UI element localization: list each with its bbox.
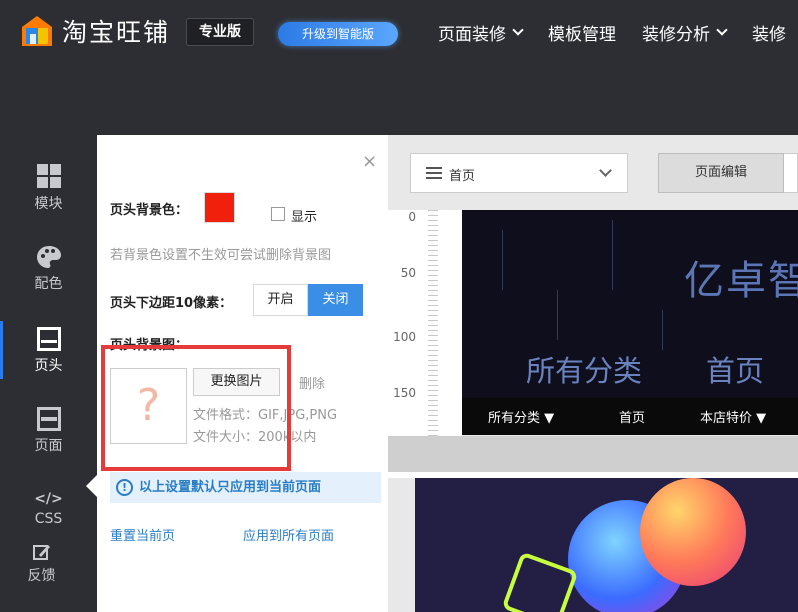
bg-color-label: 页头背景色： <box>110 203 189 218</box>
tab-next[interactable] <box>784 153 798 193</box>
nav-label: 装修分析 <box>642 24 710 45</box>
palette-icon <box>36 246 61 268</box>
bottom-margin-label: 页头下边距10像素： <box>110 296 233 311</box>
scope-notice: ! 以上设置默认只应用到当前页面 <box>110 472 381 503</box>
header-icon <box>36 327 61 351</box>
rain-streak <box>502 230 503 290</box>
rain-streak <box>662 310 663 350</box>
chevron-down-icon <box>716 23 728 36</box>
sidebar-item-label: 页面 <box>34 438 63 454</box>
shop-nav-item[interactable]: 本店特价 ▼ <box>700 407 766 426</box>
edit-icon <box>32 545 50 560</box>
left-sidebar: 模块 配色 页头 页面 </> CSS 反馈 <box>0 135 97 612</box>
top-nav: 页面装修 模板管理 装修分析 装修 <box>438 18 798 46</box>
panel-pointer <box>86 475 97 497</box>
grid-icon <box>36 164 61 188</box>
upgrade-button[interactable]: 升级到智能版 <box>278 22 398 46</box>
chevron-down-icon <box>599 164 612 177</box>
toggle-on-button[interactable]: 开启 <box>253 284 308 316</box>
vertical-ruler: 0 50 100 150 <box>388 210 462 436</box>
sidebar-item-label: 页头 <box>34 358 63 374</box>
sidebar-item-label: 模块 <box>34 196 63 212</box>
sidebar-item-label: 反馈 <box>27 568 56 584</box>
info-icon: ! <box>116 479 133 496</box>
nav-decoration-analysis[interactable]: 装修分析 <box>642 18 728 46</box>
show-label: 显示 <box>291 210 318 225</box>
highlight-frame <box>101 345 291 471</box>
rain-streak <box>612 220 613 290</box>
logo[interactable]: 淘宝旺铺 <box>20 14 170 48</box>
page-select-value: 首页 <box>449 169 476 184</box>
reset-page-link[interactable]: 重置当前页 <box>110 525 175 544</box>
toggle-off-button[interactable]: 关闭 <box>308 284 363 316</box>
nav-more[interactable]: 装修 <box>752 18 786 46</box>
sidebar-item-label: 配色 <box>34 276 63 292</box>
balloon-orange <box>640 478 746 586</box>
banner-title: 亿卓智 <box>684 258 798 304</box>
page-icon <box>36 407 61 431</box>
page-editor: 首页 页面编辑 0 50 100 150 亿卓智 所有分类 首页 所有分类 ▼ … <box>388 135 798 612</box>
section-gap <box>388 436 798 472</box>
top-header: 淘宝旺铺 专业版 升级到智能版 页面装修 模板管理 装修分析 装修 <box>0 0 798 135</box>
ruler-mark: 150 <box>393 386 416 400</box>
shop-header-banner[interactable]: 亿卓智 所有分类 首页 <box>462 210 798 398</box>
menu-icon <box>426 167 442 179</box>
shop-nav-bar: 所有分类 ▼ 首页 本店特价 ▼ <box>462 398 798 435</box>
bottom-margin-toggle: 开启 关闭 <box>253 284 363 316</box>
page-select[interactable]: 首页 <box>410 153 628 193</box>
nav-template-manage[interactable]: 模板管理 <box>548 18 616 46</box>
ruler-mark: 0 <box>408 210 416 224</box>
bg-color-hint: 若背景色设置不生效可尝试删除背景图 <box>110 248 332 263</box>
nav-label: 装修 <box>752 24 786 45</box>
close-icon[interactable]: × <box>362 151 377 172</box>
taobao-logo-icon <box>20 14 54 48</box>
apply-all-pages-link[interactable]: 应用到所有页面 <box>243 525 334 544</box>
banner-link: 首页 <box>706 354 765 388</box>
sidebar-item-colors[interactable]: 配色 <box>0 245 97 293</box>
sidebar-item-label: CSS <box>34 511 63 527</box>
chevron-down-icon <box>512 23 524 36</box>
edition-badge: 专业版 <box>186 18 254 46</box>
tab-page-edit[interactable]: 页面编辑 <box>658 153 784 193</box>
delete-image-link[interactable]: 删除 <box>299 373 325 392</box>
star-decoration <box>501 551 579 612</box>
sidebar-item-css[interactable]: </> CSS <box>0 491 97 527</box>
show-checkbox[interactable] <box>271 207 285 221</box>
nav-page-decoration[interactable]: 页面装修 <box>438 18 524 46</box>
notice-text: 以上设置默认只应用到当前页面 <box>139 480 322 495</box>
shop-nav-item[interactable]: 所有分类 ▼ <box>488 407 554 426</box>
nav-label: 模板管理 <box>548 24 616 45</box>
shop-nav-item[interactable]: 首页 <box>619 407 645 426</box>
sidebar-item-header[interactable]: 页头 <box>0 321 97 379</box>
banner-link: 所有分类 <box>526 354 643 388</box>
nav-label: 页面装修 <box>438 24 506 45</box>
code-icon: </> <box>34 491 63 507</box>
bg-color-swatch[interactable] <box>204 192 235 223</box>
rain-streak <box>557 290 558 340</box>
ruler-mark: 50 <box>400 266 416 280</box>
sidebar-item-modules[interactable]: 模块 <box>0 163 97 213</box>
sidebar-item-feedback[interactable]: 反馈 <box>0 543 90 585</box>
hero-image[interactable] <box>415 478 798 612</box>
brand-name: 淘宝旺铺 <box>62 18 171 47</box>
ruler-mark: 100 <box>393 330 416 344</box>
sidebar-item-page[interactable]: 页面 <box>0 407 97 455</box>
